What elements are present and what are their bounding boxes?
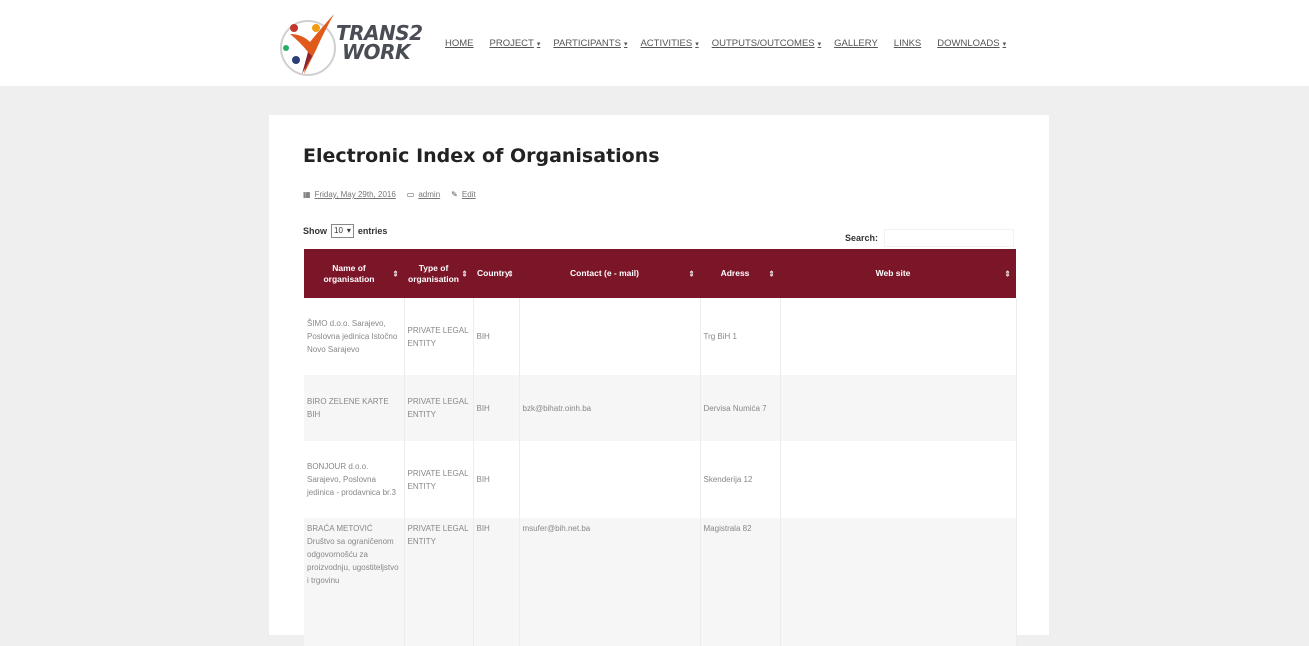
content-card: Electronic Index of Organisations ▦ Frid… <box>269 115 1049 646</box>
cell-contact: msufer@bih.net.ba <box>519 518 701 646</box>
page-title: Electronic Index of Organisations <box>303 145 660 167</box>
calendar-icon: ▦ <box>303 190 311 199</box>
main-nav: HOME PROJECT ▾ PARTICIPANTS ▾ ACTIVITIES ▾ … <box>445 38 1019 49</box>
cell-contact <box>519 298 701 375</box>
cell-type: PRIVATE LEGAL ENTITY <box>404 518 474 646</box>
search-input[interactable] <box>884 229 1015 247</box>
nav-links[interactable]: LINKS <box>894 38 924 49</box>
nav-project[interactable]: PROJECT ▾ <box>490 38 541 49</box>
col-header-contact[interactable]: Contact (e - mail) ⇕ <box>519 249 700 298</box>
chevron-down-icon: ▾ <box>623 41 628 48</box>
cell-contact: bzk@bihatr.oinh.ba <box>519 375 701 441</box>
edit-icon: ✎ <box>451 190 458 199</box>
cell-name: BIRO ZELENE KARTE BIH <box>304 375 405 441</box>
col-header-country[interactable]: Country ⇕ <box>473 249 519 298</box>
cell-type: PRIVATE LEGAL ENTITY <box>404 441 474 518</box>
cell-address: Trg BiH 1 <box>700 298 781 375</box>
chevron-down-icon: ▾ <box>695 41 699 48</box>
cell-country: BIH <box>473 441 520 518</box>
site-header: TRANS2 WORK HOME PROJECT ▾ PARTICIPANTS ▾ … <box>0 0 1309 86</box>
post-meta: ▦ Friday, May 29th, 2016 ▭ admin ✎ Edit <box>303 190 476 199</box>
cell-website <box>780 518 1017 646</box>
col-header-type[interactable]: Type of organisation ⇕ <box>404 249 473 298</box>
cell-name: ŠIMO d.o.o. Sarajevo, Poslovna jedinica … <box>304 298 405 375</box>
entries-select[interactable]: 10 ▾ <box>331 224 354 238</box>
sort-icon: ⇕ <box>461 269 468 278</box>
cell-address: Magistrala 82 <box>700 518 781 646</box>
logo-text: TRANS2 WORK <box>336 21 423 64</box>
chevron-down-icon: ▾ <box>536 41 541 48</box>
nav-home[interactable]: HOME <box>445 38 477 49</box>
nav-gallery[interactable]: GALLERY <box>834 38 881 49</box>
table-header-row: Name of organisation ⇕ Type of organisati… <box>304 249 1016 298</box>
sort-icon: ⇕ <box>768 269 775 278</box>
col-header-website[interactable]: Web site ⇕ <box>780 249 1016 298</box>
table-row: BONJOUR d.o.o. Sarajevo, Poslovna jedini… <box>304 441 1017 518</box>
nav-activities[interactable]: ACTIVITIES ▾ <box>640 38 698 49</box>
entries-length-control: Show 10 ▾ entries <box>303 224 388 238</box>
sort-icon: ⇕ <box>507 269 514 278</box>
nav-downloads[interactable]: DOWNLOADS ▾ <box>937 38 1006 49</box>
folder-icon: ▭ <box>406 190 415 199</box>
cell-type: PRIVATE LEGAL ENTITY <box>404 375 474 441</box>
chevron-down-icon: ▾ <box>817 41 822 48</box>
organisations-table: Name of organisation ⇕ Type of organisati… <box>304 249 1017 646</box>
cell-website <box>780 375 1017 441</box>
col-header-name[interactable]: Name of organisation ⇕ <box>304 249 404 298</box>
nav-outputs[interactable]: OUTPUTS/OUTCOMES ▾ <box>712 38 821 49</box>
col-header-address[interactable]: Adress ⇕ <box>700 249 780 298</box>
cell-name: BONJOUR d.o.o. Sarajevo, Poslovna jedini… <box>304 441 405 518</box>
table-row: BRAĆA METOVIĆ Društvo sa ograničenom odg… <box>304 518 1017 646</box>
table-search: Search: <box>845 229 1015 247</box>
sort-icon: ⇕ <box>688 269 695 278</box>
nav-participants[interactable]: PARTICIPANTS ▾ <box>553 38 627 49</box>
sort-icon: ⇕ <box>392 269 399 278</box>
cell-type: PRIVATE LEGAL ENTITY <box>404 298 474 375</box>
post-date-link[interactable]: Friday, May 29th, 2016 <box>315 190 396 199</box>
cell-country: BIH <box>473 375 520 441</box>
cell-address: Dervisa Numića 7 <box>700 375 781 441</box>
cell-name: BRAĆA METOVIĆ Društvo sa ograničenom odg… <box>304 518 405 646</box>
sort-icon: ⇕ <box>1004 269 1011 278</box>
table-row: BIRO ZELENE KARTE BIH PRIVATE LEGAL ENTI… <box>304 375 1017 441</box>
cell-address: Skenderija 12 <box>700 441 781 518</box>
cell-country: BIH <box>473 298 520 375</box>
chevron-down-icon: ▾ <box>1002 41 1007 48</box>
edit-link[interactable]: Edit <box>462 190 476 199</box>
cell-website <box>780 298 1017 375</box>
table-row: ŠIMO d.o.o. Sarajevo, Poslovna jedinica … <box>304 298 1017 375</box>
cell-website <box>780 441 1017 518</box>
chevron-down-icon: ▾ <box>346 226 351 235</box>
cell-contact <box>519 441 701 518</box>
cell-country: BIH <box>473 518 520 646</box>
author-link[interactable]: admin <box>418 190 440 199</box>
